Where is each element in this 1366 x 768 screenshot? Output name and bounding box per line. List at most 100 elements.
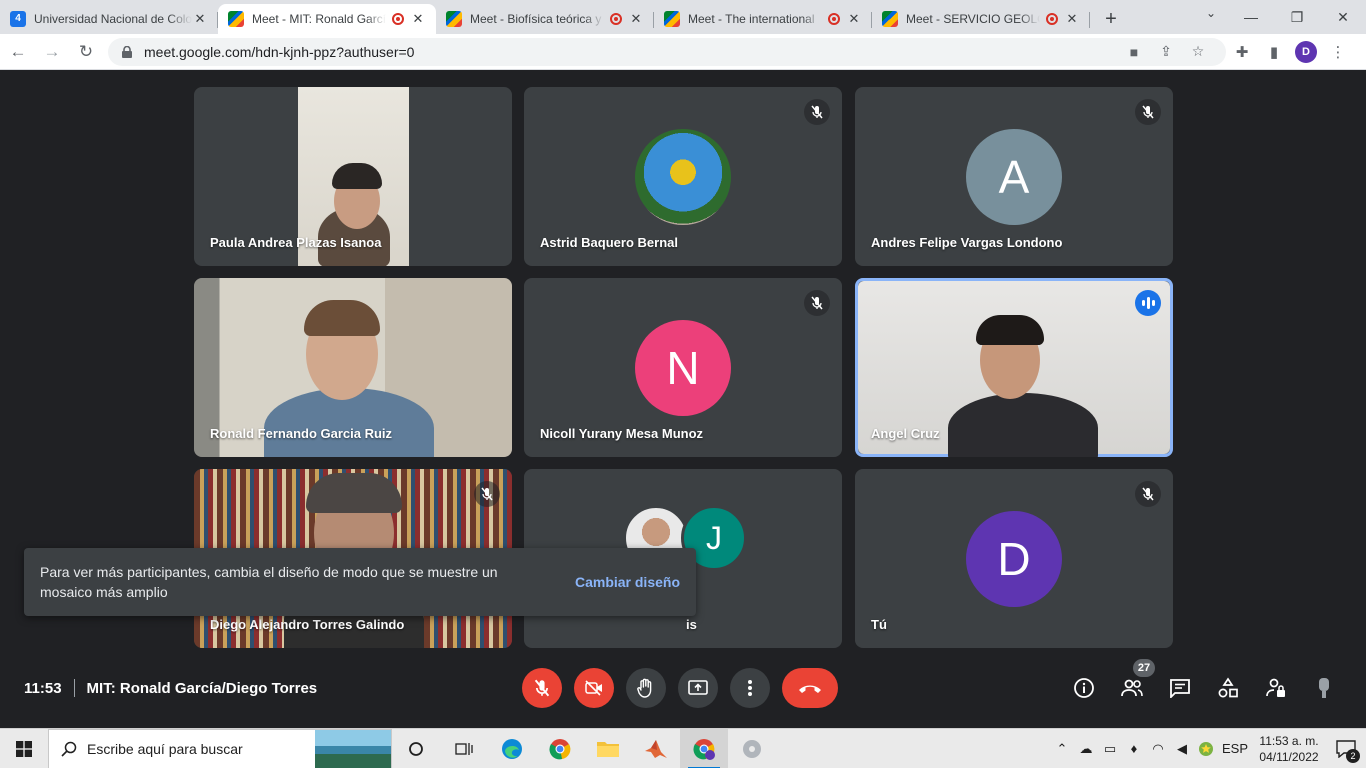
tab-meet-mit[interactable]: Meet - MIT: Ronald García/Diego Torres ✕ (218, 4, 436, 34)
microphone-icon[interactable]: ♦ (1122, 729, 1146, 768)
minimize-icon[interactable]: — (1228, 0, 1274, 34)
maximize-icon[interactable]: ❐ (1274, 0, 1320, 34)
avatar: D (966, 511, 1062, 607)
participant-tile[interactable]: N Nicoll Yurany Mesa Munoz (524, 278, 842, 457)
extension-button[interactable] (1309, 673, 1339, 703)
participant-tile[interactable]: Astrid Baquero Bernal (524, 87, 842, 266)
url-text[interactable]: meet.google.com/hdn-kjnh-ppz?authuser=0 (144, 44, 1118, 60)
forward-arrow-icon[interactable]: → (36, 36, 68, 68)
taskbar-clock[interactable]: 11:53 a. m. 04/11/2022 (1252, 733, 1326, 765)
video-person-hair (976, 315, 1044, 345)
media-app[interactable] (728, 729, 776, 768)
battery-icon[interactable]: ▭ (1098, 729, 1122, 768)
tab-universidad[interactable]: 4 Universidad Nacional de Colombia ✕ (0, 4, 218, 34)
meet-icon (446, 11, 462, 27)
new-tab-button[interactable]: + (1096, 4, 1126, 34)
tab-title: Meet - SERVICIO GEOLÓGICO (906, 12, 1040, 26)
meeting-info-button[interactable] (1069, 673, 1099, 703)
video-person-hat (332, 163, 382, 189)
tab-meet-international[interactable]: Meet - The international ✕ (654, 4, 872, 34)
mic-off-icon (1135, 481, 1161, 507)
video-person-hair (304, 300, 380, 336)
mic-off-icon (1135, 99, 1161, 125)
lock-icon[interactable] (120, 45, 134, 59)
video-person-hair (306, 473, 402, 513)
tab-title: Meet - MIT: Ronald García/Diego Torres (252, 12, 386, 26)
window-controls: — ❐ ✕ (1228, 0, 1366, 34)
address-bar[interactable]: meet.google.com/hdn-kjnh-ppz?authuser=0 … (108, 37, 1226, 66)
taskbar-search-input[interactable]: Escribe aquí para buscar (48, 728, 392, 768)
activities-button[interactable] (1213, 673, 1243, 703)
edge-app[interactable] (488, 729, 536, 768)
extensions-puzzle-icon[interactable]: ✚ (1226, 36, 1258, 68)
mic-off-icon (534, 679, 550, 697)
chrome-profile-icon (693, 738, 715, 760)
tab-search-chevron-icon[interactable]: ⌄ (1206, 6, 1216, 20)
chrome-profile-app[interactable] (680, 728, 728, 768)
host-lock-icon (1266, 678, 1285, 697)
search-placeholder: Escribe aquí para buscar (87, 740, 243, 757)
close-icon[interactable]: ✕ (410, 11, 426, 27)
participant-tile[interactable]: A Andres Felipe Vargas Londono (855, 87, 1173, 266)
close-icon[interactable]: ✕ (1064, 11, 1080, 27)
file-explorer-app[interactable] (584, 729, 632, 768)
security-icon[interactable] (1194, 729, 1218, 768)
participant-tile-self[interactable]: D Tú (855, 469, 1173, 648)
window-close-icon[interactable]: ✕ (1320, 0, 1366, 34)
bookmark-star-icon[interactable]: ☆ (1182, 43, 1214, 60)
host-controls-button[interactable] (1261, 673, 1291, 703)
onedrive-cloud-icon[interactable]: ☁ (1074, 729, 1098, 768)
camera-toggle-button[interactable] (574, 668, 614, 708)
info-icon (1074, 678, 1094, 698)
profile-button[interactable]: D (1290, 36, 1322, 68)
more-options-button[interactable] (730, 668, 770, 708)
matlab-icon (645, 739, 667, 758)
more-vert-icon (748, 680, 752, 696)
chrome-app[interactable] (536, 729, 584, 768)
close-icon[interactable]: ✕ (628, 11, 644, 27)
back-arrow-icon[interactable]: ← (2, 36, 34, 68)
tab-meet-biofisica[interactable]: Meet - Biofísica teórica y ✕ (436, 4, 654, 34)
participant-name: Angel Cruz (871, 426, 940, 441)
extension-pin-icon (1319, 678, 1329, 698)
volume-icon[interactable]: ◀ (1170, 729, 1194, 768)
meet-icon (664, 11, 680, 27)
chat-button[interactable] (1165, 673, 1195, 703)
more-menu-icon[interactable]: ⋮ (1322, 36, 1354, 68)
meeting-details: 11:53 MIT: Ronald García/Diego Torres (24, 679, 317, 697)
participant-tile[interactable]: Angel Cruz (855, 278, 1173, 457)
participant-tile[interactable]: Ronald Fernando Garcia Ruiz (194, 278, 512, 457)
camera-off-icon (585, 680, 602, 696)
recording-icon (828, 13, 840, 25)
start-button[interactable] (0, 729, 48, 768)
matlab-app[interactable] (632, 729, 680, 768)
close-icon[interactable]: ✕ (846, 11, 862, 27)
tab-meet-servicio[interactable]: Meet - SERVICIO GEOLÓGICO ✕ (872, 4, 1090, 34)
close-icon[interactable]: ✕ (192, 11, 208, 27)
task-view-button[interactable] (440, 729, 488, 768)
clock-time: 11:53 a. m. (1259, 733, 1319, 748)
avatar (635, 129, 731, 225)
tray-chevron-up-icon[interactable]: ⌃ (1050, 729, 1074, 768)
people-button[interactable] (1117, 673, 1147, 703)
folder-icon (597, 741, 619, 757)
change-layout-button[interactable]: Cambiar diseño (575, 574, 680, 590)
raise-hand-button[interactable] (626, 668, 666, 708)
leave-call-button[interactable] (782, 668, 838, 708)
present-screen-button[interactable] (678, 668, 718, 708)
system-tray: ⌃ ☁ ▭ ♦ ◠ ◀ ESP 11:53 a. m. 04/11/2022 2 (1050, 729, 1366, 768)
participant-name: Paula Andrea Plazas Isanoa (210, 235, 382, 250)
camera-site-icon[interactable]: ■ (1118, 44, 1150, 60)
participant-name: Ronald Fernando Garcia Ruiz (210, 426, 393, 441)
tab-strip: 4 Universidad Nacional de Colombia ✕ Mee… (0, 0, 1366, 34)
notifications-button[interactable]: 2 (1326, 729, 1366, 768)
share-icon[interactable]: ⇪ (1150, 43, 1182, 60)
language-indicator[interactable]: ESP (1218, 729, 1252, 768)
wifi-icon[interactable]: ◠ (1146, 729, 1170, 768)
side-panel-icon[interactable]: ▮ (1258, 36, 1290, 68)
reload-icon[interactable]: ↻ (70, 36, 102, 68)
participant-tile[interactable]: Paula Andrea Plazas Isanoa (194, 87, 512, 266)
cortana-button[interactable] (392, 729, 440, 768)
mic-toggle-button[interactable] (522, 668, 562, 708)
meet-icon (882, 11, 898, 27)
